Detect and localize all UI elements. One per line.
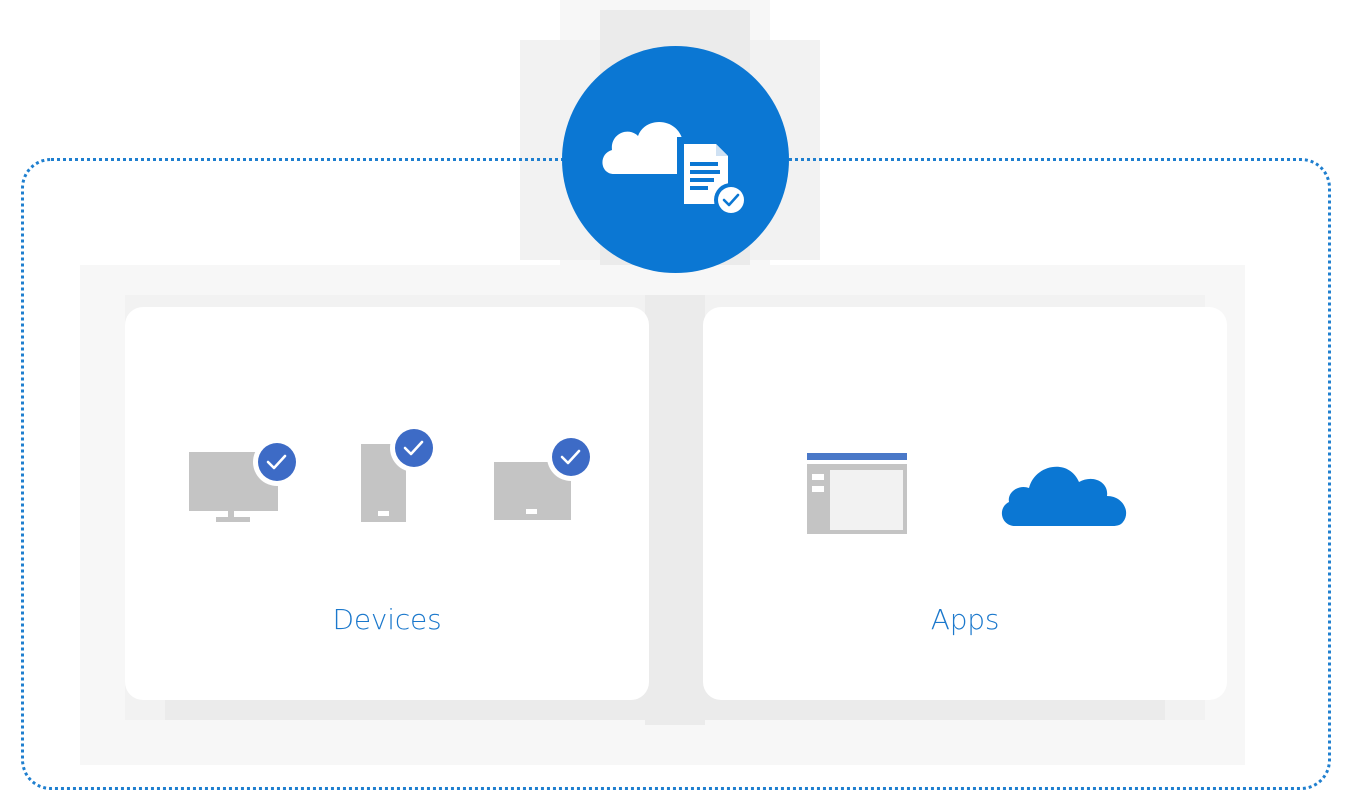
diagram-stage: Devices Apps [0,0,1350,794]
apps-label: Apps [930,603,1000,636]
devices-label: Devices [332,603,442,636]
cloud-icon [1001,466,1127,526]
tablet-check-icon [494,433,595,520]
monitor-check-icon [189,438,301,522]
hub-circle [562,46,789,273]
app-window-icon [807,453,907,534]
phone-check-icon [361,428,438,522]
cloud-document-check-icon [602,122,748,217]
apps-card [703,307,1227,700]
